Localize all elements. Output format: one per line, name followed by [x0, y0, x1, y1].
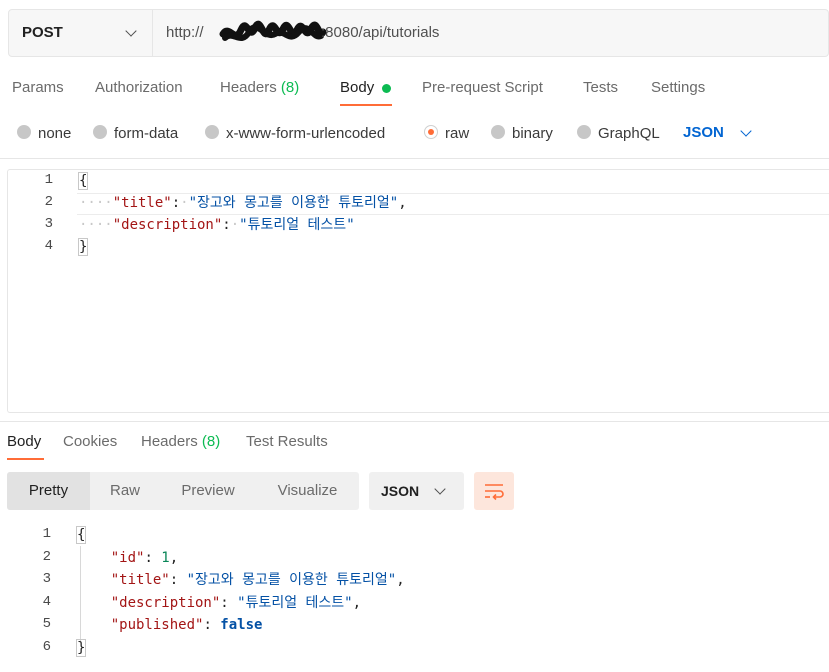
body-format-select[interactable]: JSON	[683, 124, 724, 141]
url-path: :8080/api/tutorials	[321, 24, 440, 41]
url-input[interactable]: http://	[166, 24, 204, 41]
line-number: 2	[42, 549, 51, 565]
radio-label-form-data: form-data	[114, 125, 179, 142]
line-number: 3	[42, 571, 51, 587]
close-brace: }	[75, 639, 87, 657]
line-number: 5	[42, 616, 51, 632]
json-value: 1	[161, 550, 170, 566]
line-number: 1	[42, 526, 51, 542]
view-mode-segmented-control: Pretty Raw Preview Visualize	[7, 472, 359, 510]
tab-label: Headers	[141, 433, 198, 450]
response-line-6: }	[75, 637, 87, 659]
tab-headers[interactable]: Headers (8)	[220, 79, 299, 96]
radio-raw[interactable]	[424, 125, 438, 139]
tab-authorization[interactable]: Authorization	[95, 79, 183, 96]
tab-label: Tests	[583, 79, 619, 96]
json-key: "id"	[110, 550, 145, 566]
request-url-bar: POST http:// :8080/api/tutorials	[8, 9, 829, 57]
line-number: 3	[44, 216, 53, 232]
tab-settings[interactable]: Settings	[651, 79, 705, 96]
tab-label: Params	[12, 79, 64, 96]
view-mode-visualize[interactable]: Visualize	[256, 472, 359, 510]
chevron-down-icon[interactable]	[740, 125, 752, 137]
radio-form-data[interactable]	[93, 125, 107, 139]
method-label: POST	[22, 24, 63, 41]
json-key: "description"	[112, 217, 223, 233]
divider	[0, 158, 829, 159]
json-key: "title"	[112, 195, 172, 211]
body-modified-dot-icon	[382, 84, 391, 93]
code-line-4: }	[77, 236, 89, 258]
method-select[interactable]: POST	[9, 10, 153, 56]
tab-params[interactable]: Params	[12, 79, 64, 96]
line-number: 6	[42, 639, 51, 655]
response-tab-test-results[interactable]: Test Results	[246, 433, 328, 450]
radio-graphql[interactable]	[577, 125, 591, 139]
line-number: 4	[42, 594, 51, 610]
json-value: "튜토리얼 테스트"	[239, 217, 355, 233]
chevron-down-icon	[125, 25, 137, 37]
line-number: 2	[44, 194, 53, 210]
json-key: "title"	[110, 572, 170, 588]
open-brace: {	[75, 526, 87, 544]
tab-label: Settings	[651, 79, 706, 96]
code-line-1: {	[77, 170, 89, 192]
response-line-3: "title": "장고와 몽고를 이용한 튜토리얼",	[110, 572, 405, 588]
json-value: false	[220, 617, 263, 633]
json-value: "장고와 몽고를 이용한 튜토리얼"	[186, 572, 397, 588]
wrap-lines-button[interactable]	[474, 472, 514, 510]
radio-none[interactable]	[17, 125, 31, 139]
active-tab-underline	[340, 104, 392, 106]
tab-label: Headers	[220, 79, 277, 96]
tab-label: Body	[340, 79, 375, 96]
json-key: "description"	[110, 595, 221, 611]
response-format-label: JSON	[381, 483, 420, 499]
response-line-1: {	[75, 524, 87, 546]
tab-label: Test Results	[246, 433, 328, 450]
json-value: "장고와 몽고를 이용한 튜토리얼"	[188, 195, 399, 211]
json-key: "published"	[110, 617, 204, 633]
code-line-3: ····"description":·"튜토리얼 테스트"	[79, 217, 355, 233]
tab-label: Pre-request Script	[422, 79, 543, 96]
tab-label: Cookies	[63, 433, 118, 450]
chevron-down-icon	[434, 483, 446, 495]
view-mode-preview[interactable]: Preview	[160, 472, 256, 510]
code-line-2: ····"title":·"장고와 몽고를 이용한 튜토리얼",	[79, 195, 407, 211]
line-number: 4	[44, 238, 53, 254]
view-mode-pretty[interactable]: Pretty	[7, 472, 90, 510]
tab-label: Authorization	[95, 79, 183, 96]
tab-tests[interactable]: Tests	[583, 79, 618, 96]
divider	[0, 421, 829, 422]
active-tab-underline	[7, 458, 44, 460]
tab-label: Body	[7, 433, 42, 450]
headers-count: (8)	[201, 433, 221, 450]
response-line-5: "published": false	[110, 617, 263, 633]
radio-x-www-form-urlencoded[interactable]	[205, 125, 219, 139]
redacted-host-scribble	[219, 20, 327, 41]
json-value: "튜토리얼 테스트"	[237, 595, 353, 611]
close-brace: }	[77, 238, 89, 256]
line-number: 1	[44, 172, 53, 188]
response-format-select[interactable]: JSON	[369, 472, 464, 510]
response-line-4: "description": "튜토리얼 테스트",	[110, 595, 362, 611]
radio-label-graphql: GraphQL	[598, 125, 660, 142]
response-tab-headers[interactable]: Headers (8)	[141, 433, 220, 450]
radio-label-binary: binary	[512, 125, 553, 142]
response-tab-cookies[interactable]: Cookies	[63, 433, 117, 450]
view-mode-raw[interactable]: Raw	[90, 472, 160, 510]
radio-label-raw: raw	[445, 125, 470, 142]
response-tab-body[interactable]: Body	[7, 433, 41, 450]
radio-label-urlencoded: x-www-form-urlencoded	[226, 125, 386, 142]
radio-binary[interactable]	[491, 125, 505, 139]
response-line-2: "id": 1,	[110, 550, 179, 566]
open-brace: {	[77, 172, 89, 190]
tab-body[interactable]: Body	[340, 79, 374, 96]
headers-count: (8)	[280, 79, 300, 96]
tab-pre-request-script[interactable]: Pre-request Script	[422, 79, 543, 96]
radio-label-none: none	[38, 125, 72, 142]
wrap-lines-icon	[485, 484, 504, 501]
